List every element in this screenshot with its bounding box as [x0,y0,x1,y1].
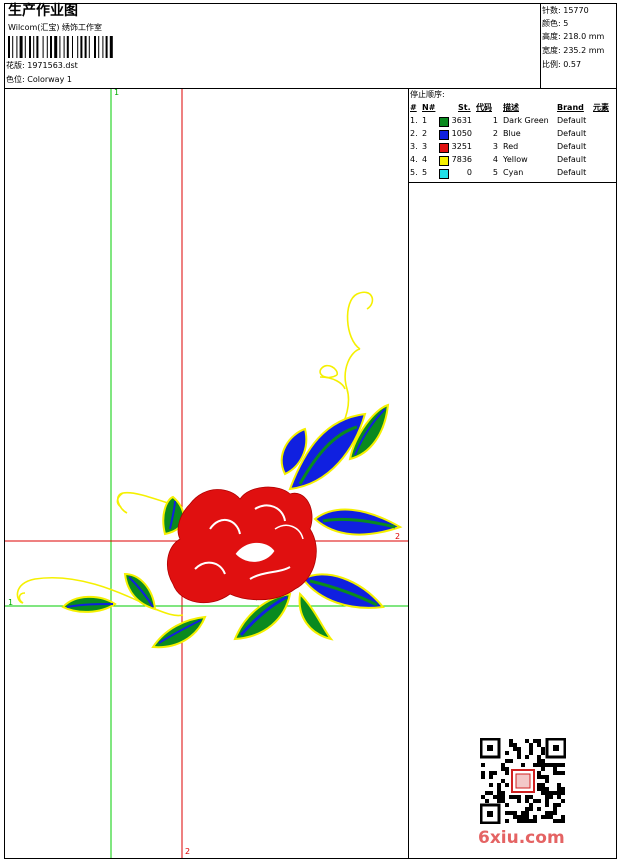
stop-row-needle: 1 [422,116,428,125]
guide-label-red-right: 2 [395,532,401,541]
stop-row-description: Blue [503,129,521,138]
guide-label-green-top: 1 [114,88,120,97]
colorway-row: 色位: Colorway 1 [6,75,72,85]
stop-row-stitches: 0 [466,168,472,177]
stop-table-title: 停止顺序: [410,90,445,99]
col-header-element: 元素 [593,103,609,112]
stop-row-needle: 3 [422,142,428,151]
pattern-row: 花版: 1971563.dst [6,61,78,71]
stop-row-stitches: 3631 [451,116,472,125]
stop-row-brand: Default [557,142,587,151]
pattern-value: 1971563.dst [27,61,78,70]
guide-label-red-bottom: 2 [185,847,191,856]
stop-row-code: 2 [492,129,498,138]
stat-scale: 比例: 0.57 [542,60,582,69]
stop-row-index: 2. [410,129,418,138]
stop-row-code: 4 [492,155,498,164]
stop-row-needle: 2 [422,129,428,138]
stat-colors: 颜色: 5 [542,19,569,28]
guide-label-green-left: 1 [8,598,14,607]
stop-row-code: 5 [492,168,498,177]
page-title: 生产作业图 [8,3,78,19]
stop-row-brand: Default [557,116,587,125]
stop-row-description: Red [503,142,519,151]
qr-code [480,738,566,824]
stop-row-description: Dark Green [503,116,549,125]
colorway-value: Colorway 1 [27,75,72,84]
col-header-index: # [410,103,417,112]
col-header-needle: N# [422,103,436,112]
stop-row-index: 1. [410,116,418,125]
stop-row-stitches: 7836 [451,155,472,164]
colorway-label: 色位: [6,75,25,84]
col-header-code: 代码 [476,103,492,112]
stat-stitches: 针数: 15770 [542,6,589,15]
stop-row-code: 1 [492,116,498,125]
stop-row-stitches: 1050 [451,129,472,138]
company-name: Wilcom(汇宝) 绣饰工作室 [8,23,103,32]
stat-width: 宽度: 235.2 mm [542,46,605,55]
col-header-stitches: St. [458,103,471,112]
stop-row-brand: Default [557,168,587,177]
stop-row-index: 5. [410,168,418,177]
stop-row-needle: 5 [422,168,428,177]
pattern-label: 花版: [6,61,25,70]
red-rose [166,486,317,603]
stop-row-needle: 4 [422,155,428,164]
stop-row-description: Cyan [503,168,524,177]
stop-row-index: 4. [410,155,418,164]
embroidery-design [5,89,408,858]
stat-height: 高度: 218.0 mm [542,32,605,41]
barcode [8,36,113,58]
col-header-brand: Brand [557,103,584,112]
stop-row-code: 3 [492,142,498,151]
stop-row-brand: Default [557,155,587,164]
watermark: 6xiu.com [478,828,565,848]
stop-row-index: 3. [410,142,418,151]
stop-row-brand: Default [557,129,587,138]
col-header-description: 描述 [503,103,519,112]
stop-row-description: Yellow [503,155,528,164]
stop-row-stitches: 3251 [451,142,472,151]
